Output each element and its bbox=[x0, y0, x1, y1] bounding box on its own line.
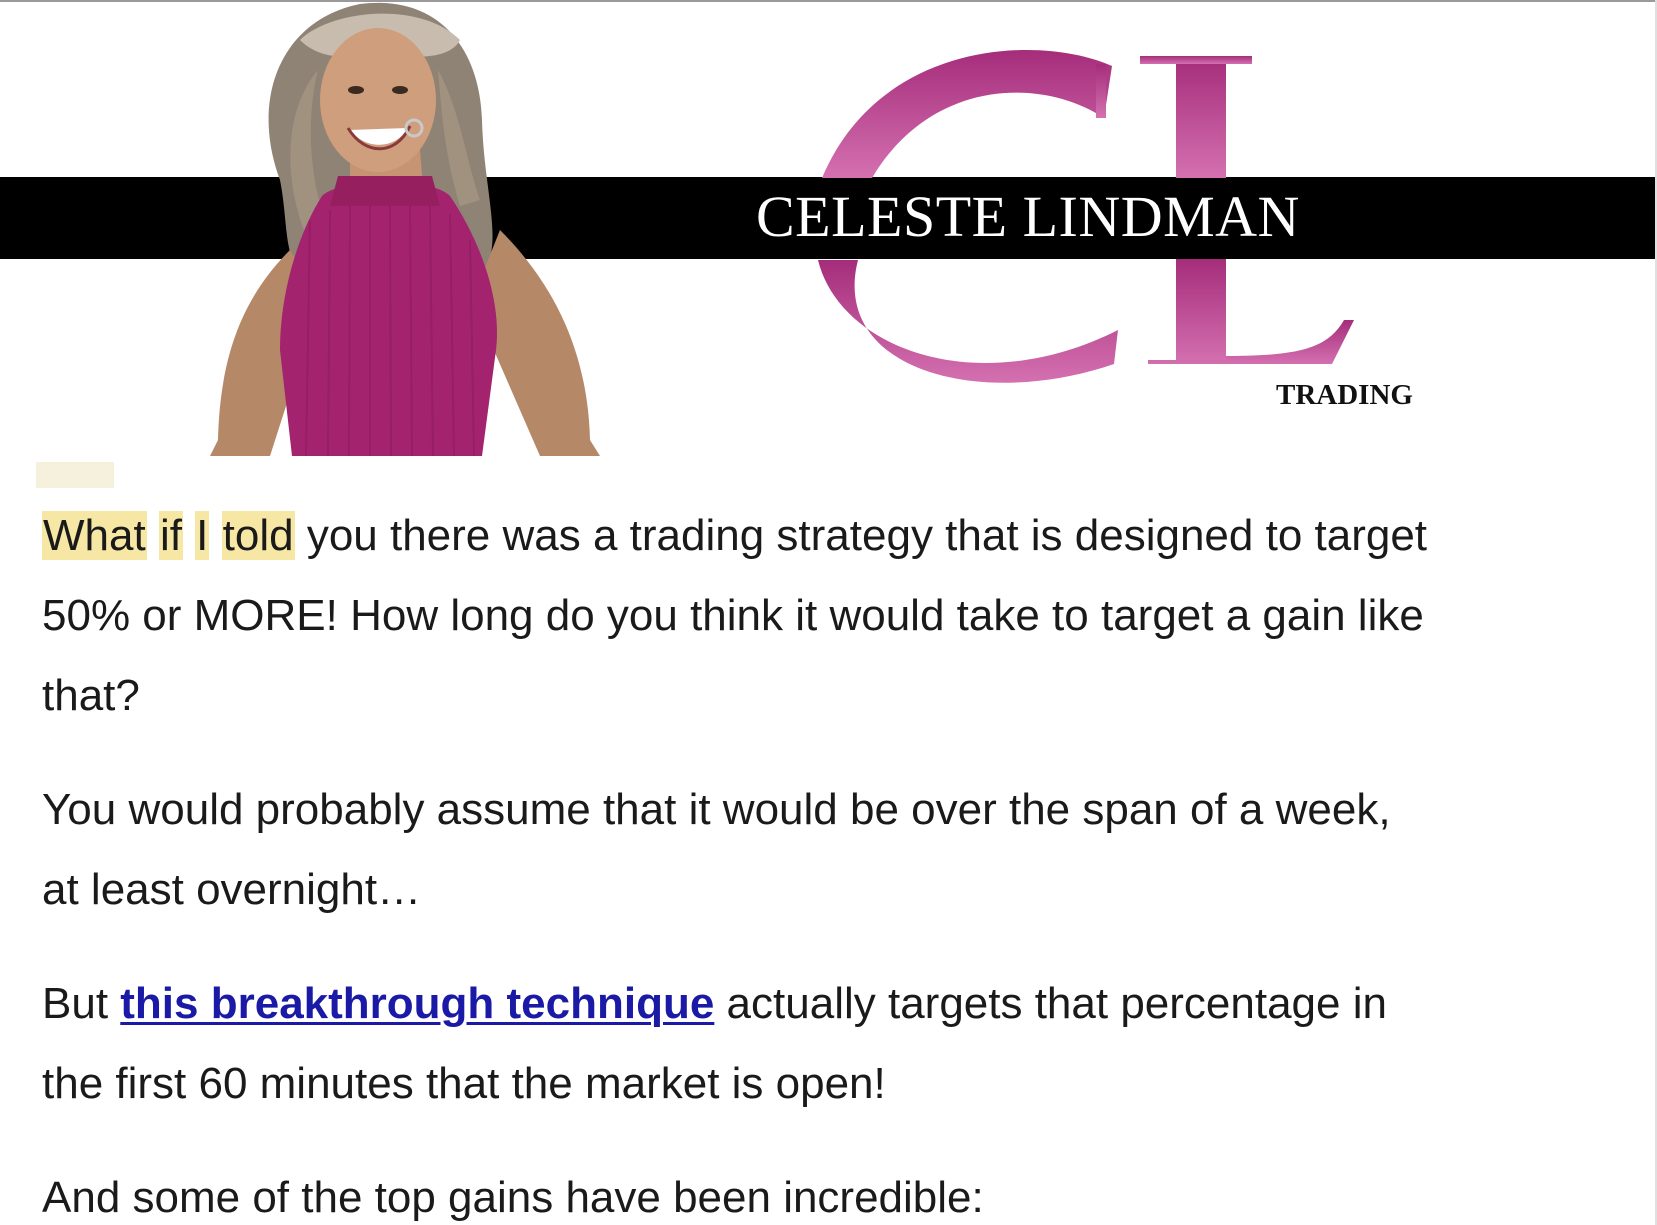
intro-line-3-text: that? bbox=[42, 671, 140, 720]
monogram-c-serif bbox=[1096, 64, 1106, 118]
email-header-banner: CELESTE LINDMAN TRADING bbox=[0, 0, 1657, 460]
technique-prefix: But bbox=[42, 979, 121, 1028]
intro-line-1-text: you there was a trading strategy that is… bbox=[294, 511, 1428, 560]
technique-suffix: actually targets that percentage in bbox=[714, 979, 1387, 1028]
monogram-l-stem-upper bbox=[1176, 58, 1226, 178]
monogram-l-stem-lower bbox=[1176, 259, 1226, 364]
paragraph-gains: And some of the top gains have been incr… bbox=[42, 1158, 1632, 1225]
intro-line-2-text: 50% or MORE! How long do you think it wo… bbox=[42, 591, 1424, 640]
celeste-portrait-photo bbox=[210, 2, 600, 456]
brand-subtitle: TRADING bbox=[1276, 379, 1413, 411]
paragraph-intro: What if I told you there was a trading s… bbox=[42, 496, 1632, 736]
assumption-line-1: You would probably assume that it would … bbox=[42, 785, 1391, 834]
technique-line-2: the first 60 minutes that the market is … bbox=[42, 1059, 886, 1108]
highlighted-word: What bbox=[42, 511, 147, 560]
paragraph-assumption: You would probably assume that it would … bbox=[42, 770, 1632, 930]
gains-line-1: And some of the top gains have been incr… bbox=[42, 1173, 984, 1222]
assumption-line-2: at least overnight… bbox=[42, 865, 422, 914]
monogram-l-serif-top bbox=[1140, 56, 1252, 64]
breakthrough-technique-link[interactable]: this breakthrough technique bbox=[120, 979, 714, 1028]
monogram-c-upper bbox=[822, 49, 1112, 178]
email-body: What if I told you there was a trading s… bbox=[42, 496, 1632, 1225]
brand-name: CELESTE LINDMAN bbox=[756, 184, 1300, 249]
highlighted-word: told bbox=[221, 511, 295, 560]
highlight-artifact bbox=[36, 462, 114, 488]
paragraph-technique: But this breakthrough technique actually… bbox=[42, 964, 1632, 1124]
monogram-c-lower bbox=[818, 260, 1118, 383]
highlighted-word: if bbox=[158, 511, 183, 560]
highlighted-word: I bbox=[195, 511, 210, 560]
